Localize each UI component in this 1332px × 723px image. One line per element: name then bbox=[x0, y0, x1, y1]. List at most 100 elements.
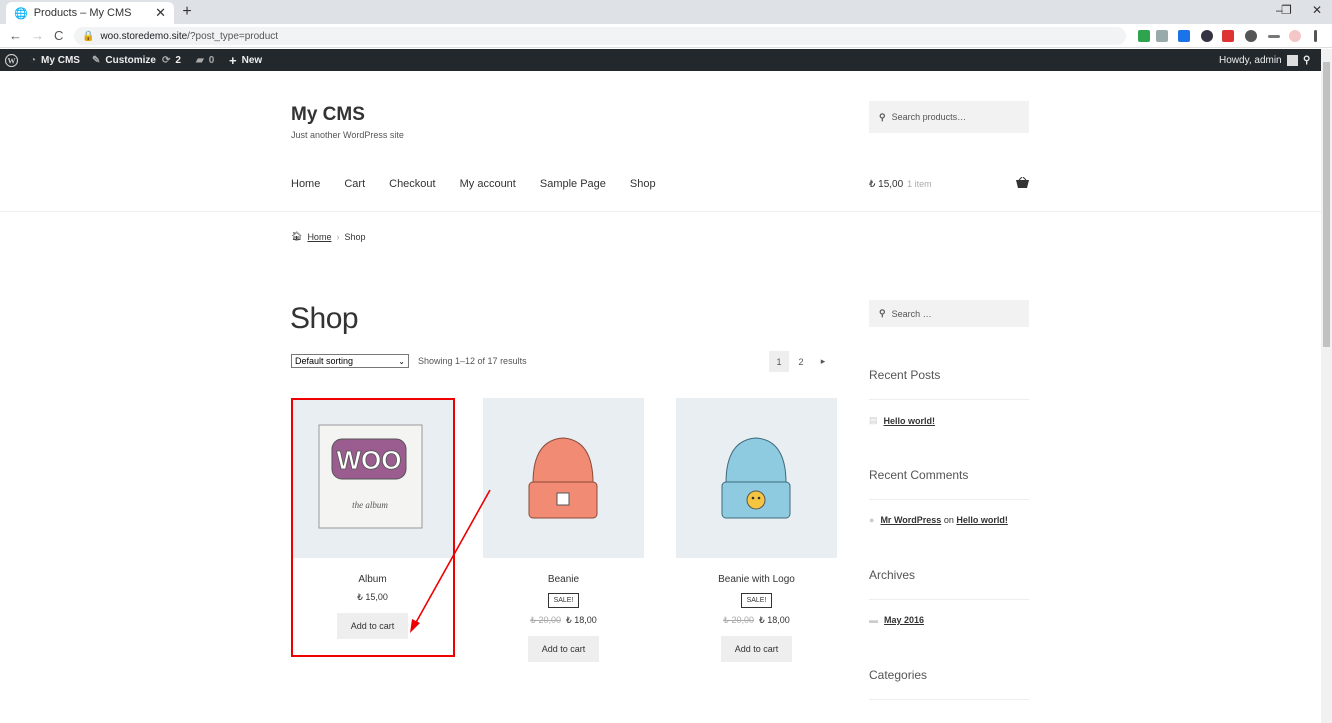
wordpress-logo-icon[interactable]: W bbox=[5, 49, 18, 71]
page-scrollbar[interactable] bbox=[1321, 49, 1332, 723]
sidebar-search-field[interactable]: ⚲ Search … bbox=[869, 300, 1029, 327]
sale-badge: SALE! bbox=[547, 593, 580, 608]
maximize-button[interactable]: ❐ bbox=[1281, 3, 1292, 17]
scrollbar-thumb[interactable] bbox=[1323, 62, 1330, 347]
menu-item-checkout[interactable]: Checkout bbox=[389, 178, 435, 190]
browser-tab[interactable]: 🌐 Products – My CMS ✕ bbox=[6, 2, 174, 24]
menu-item-shop[interactable]: Shop bbox=[630, 178, 656, 190]
address-bar-row: ← → C 🔒 woo.storedemo.site/?post_type=pr… bbox=[0, 24, 1332, 48]
sorting-value: Default sorting bbox=[295, 356, 354, 366]
recent-post-link[interactable]: Hello world! bbox=[884, 416, 936, 426]
header-cart-link[interactable]: ₺ 15,00 1 item bbox=[869, 179, 932, 190]
brush-icon: ✎ bbox=[92, 54, 101, 66]
archive-item: ▬ May 2016 bbox=[869, 615, 924, 625]
product-price: ₺ 20,00 ₺ 18,00 bbox=[676, 615, 837, 626]
red-extension-icon[interactable] bbox=[1222, 30, 1234, 42]
my-account-menu[interactable]: Howdy, admin bbox=[1219, 49, 1298, 71]
globe-icon: 🌐 bbox=[14, 7, 28, 20]
customize-label: Customize bbox=[105, 54, 156, 66]
sale-price: ₺ 18,00 bbox=[566, 615, 597, 625]
menu-item-my-account[interactable]: My account bbox=[460, 178, 516, 190]
wp-admin-bar: W ◔ My CMS ✎ Customize ⟳ 2 ▰ 0 + New How… bbox=[0, 49, 1332, 71]
url-field[interactable]: 🔒 woo.storedemo.site/?post_type=product bbox=[74, 27, 1126, 45]
forward-button[interactable]: → bbox=[31, 28, 44, 43]
svg-text:W: W bbox=[8, 56, 16, 65]
profile-avatar-icon[interactable] bbox=[1289, 30, 1301, 42]
product-beanie-with-logo: Beanie with Logo SALE! ₺ 20,00 ₺ 18,00 Ad… bbox=[676, 398, 837, 662]
basket-icon[interactable] bbox=[1016, 176, 1029, 191]
breadcrumb-home-link[interactable]: Home bbox=[307, 232, 331, 242]
tab-title: Products – My CMS bbox=[33, 7, 132, 19]
sidebar-search-placeholder: Search … bbox=[891, 308, 932, 319]
result-count: Showing 1–12 of 17 results bbox=[418, 356, 527, 366]
page-2[interactable]: 2 bbox=[791, 351, 811, 372]
new-extension-icon[interactable] bbox=[1178, 30, 1190, 42]
comments-count: 0 bbox=[208, 54, 215, 66]
product-beanie: Beanie SALE! ₺ 20,00 ₺ 18,00 Add to cart bbox=[483, 398, 644, 662]
site-title[interactable]: My CMS bbox=[291, 104, 365, 126]
reload-button[interactable]: C bbox=[54, 28, 63, 43]
comment-author-link[interactable]: Mr WordPress bbox=[880, 515, 941, 525]
menu-item-home[interactable]: Home bbox=[291, 178, 320, 190]
add-to-cart-button[interactable]: Add to cart bbox=[720, 636, 793, 662]
search-icon: ⚲ bbox=[879, 111, 886, 122]
close-tab-icon[interactable]: ✕ bbox=[155, 5, 166, 21]
recent-comments-title: Recent Comments bbox=[869, 468, 969, 482]
highlight-box bbox=[291, 398, 455, 657]
new-label: New bbox=[241, 54, 263, 66]
home-icon: 🏠︎ bbox=[291, 231, 303, 241]
sale-badge: SALE! bbox=[740, 593, 773, 608]
close-window-button[interactable]: ✕ bbox=[1312, 3, 1322, 17]
new-tab-button[interactable]: + bbox=[178, 3, 196, 21]
archives-title: Archives bbox=[869, 568, 916, 582]
comment-on-label: on bbox=[943, 515, 954, 525]
add-to-cart-button[interactable]: Add to cart bbox=[527, 636, 600, 662]
header-divider bbox=[0, 211, 1321, 212]
new-content-link[interactable]: + New bbox=[229, 49, 262, 71]
shield-extension-icon[interactable] bbox=[1138, 30, 1150, 42]
product-name[interactable]: Beanie bbox=[483, 574, 644, 585]
recent-posts-title: Recent Posts bbox=[869, 368, 941, 382]
extension-icon[interactable] bbox=[1156, 30, 1168, 42]
next-page-icon[interactable]: ▸ bbox=[813, 351, 833, 372]
kebab-menu-icon[interactable] bbox=[1314, 30, 1317, 42]
comments-link[interactable]: ▰ 0 bbox=[196, 49, 214, 71]
puzzle-icon[interactable] bbox=[1245, 30, 1257, 42]
plus-icon: + bbox=[229, 52, 237, 68]
customize-link[interactable]: ✎ Customize bbox=[92, 49, 156, 71]
sale-price: ₺ 18,00 bbox=[759, 615, 790, 625]
cart-count: 1 item bbox=[907, 179, 932, 189]
record-extension-icon[interactable] bbox=[1201, 30, 1213, 42]
menu-item-sample-page[interactable]: Sample Page bbox=[540, 178, 606, 190]
product-search-field[interactable]: ⚲ Search products… bbox=[869, 101, 1029, 133]
url-path: /?post_type=product bbox=[187, 30, 279, 42]
updates-link[interactable]: ⟳ 2 bbox=[162, 49, 181, 71]
admin-site-label: My CMS bbox=[41, 54, 80, 66]
sorting-select[interactable]: Default sorting ⌄ bbox=[291, 354, 409, 368]
howdy-label: Howdy, admin bbox=[1219, 54, 1282, 66]
archive-link[interactable]: May 2016 bbox=[884, 615, 924, 625]
comment-post-link[interactable]: Hello world! bbox=[956, 515, 1008, 525]
page-1[interactable]: 1 bbox=[769, 351, 789, 372]
avatar bbox=[1286, 54, 1298, 66]
product-image-beanie-with-logo[interactable] bbox=[676, 398, 837, 558]
admin-site-link[interactable]: ◔ My CMS bbox=[30, 49, 80, 71]
dashboard-icon: ◔ bbox=[30, 54, 37, 66]
document-icon: ▤ bbox=[869, 415, 878, 425]
product-name[interactable]: Beanie with Logo bbox=[676, 574, 837, 585]
recent-post-item: ▤ Hello world! bbox=[869, 415, 935, 426]
updates-count: 2 bbox=[175, 54, 181, 66]
product-price: ₺ 20,00 ₺ 18,00 bbox=[483, 615, 644, 626]
old-price: ₺ 20,00 bbox=[723, 615, 754, 625]
chevron-down-icon: ⌄ bbox=[398, 356, 405, 366]
back-button[interactable]: ← bbox=[9, 28, 22, 43]
breadcrumb: 🏠︎ Home › Shop bbox=[291, 231, 365, 242]
widget-divider bbox=[869, 499, 1029, 500]
breadcrumb-current: Shop bbox=[344, 231, 366, 242]
url-host: woo.storedemo.site bbox=[100, 30, 188, 42]
admin-search-icon[interactable]: ⚲ bbox=[1303, 49, 1310, 71]
comment-icon: ● bbox=[869, 515, 875, 525]
reading-list-icon[interactable] bbox=[1268, 35, 1280, 38]
menu-item-cart[interactable]: Cart bbox=[344, 178, 365, 190]
product-image-beanie[interactable] bbox=[483, 398, 644, 558]
